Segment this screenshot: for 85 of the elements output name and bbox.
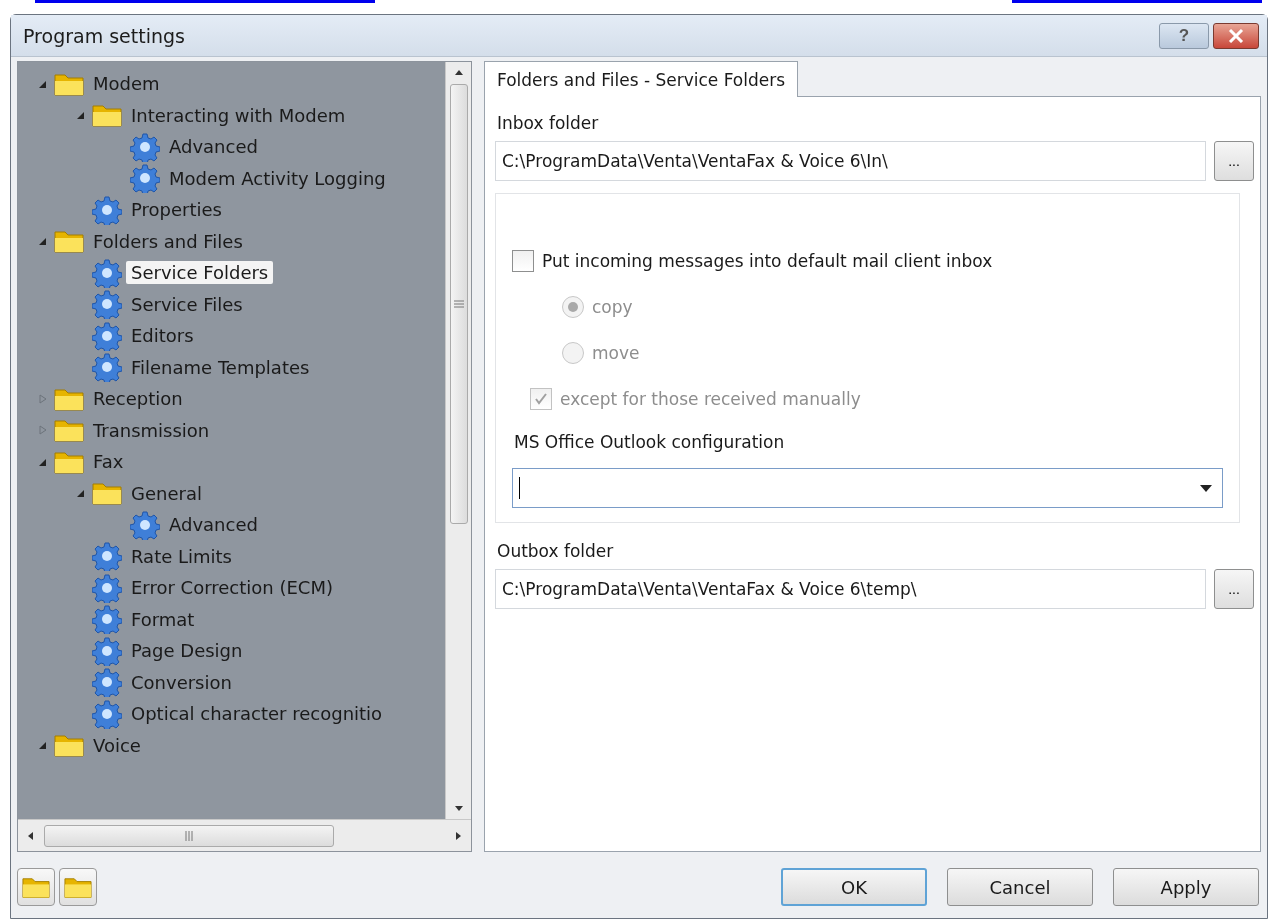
tree-item[interactable]: Editors <box>126 324 199 348</box>
folder-icon <box>92 103 122 128</box>
gear-icon <box>92 320 122 351</box>
outlook-config-dropdown[interactable] <box>512 468 1223 508</box>
scroll-left-icon[interactable] <box>26 830 34 841</box>
gear-icon <box>92 698 122 729</box>
expanded-arrow-icon[interactable] <box>76 488 86 499</box>
tree-item[interactable]: Properties <box>126 198 227 222</box>
folder-button[interactable] <box>59 868 97 906</box>
folder-icon <box>54 229 84 254</box>
checkmark-icon <box>533 391 549 407</box>
horizontal-scrollbar[interactable] <box>18 819 471 851</box>
field-label: Outbox folder <box>497 541 615 561</box>
dialog-button[interactable]: Apply <box>1113 868 1259 906</box>
checkbox-label: Put incoming messages into default mail client inbox <box>542 251 993 271</box>
grip-icon <box>184 830 194 841</box>
scrollbar-thumb[interactable] <box>44 824 334 847</box>
folder-icon <box>54 733 84 758</box>
gear-icon <box>92 352 122 383</box>
gear-icon <box>130 163 160 194</box>
tree-item[interactable]: Service Files <box>126 292 248 316</box>
tree-item[interactable]: Conversion <box>126 670 237 694</box>
dialog-button[interactable]: OK <box>781 868 927 906</box>
tree-item[interactable]: Format <box>126 607 200 631</box>
expanded-arrow-icon[interactable] <box>76 110 86 121</box>
radio-label: move <box>592 343 640 363</box>
close-button[interactable] <box>1213 22 1259 49</box>
tree-item[interactable]: Transmission <box>88 418 215 442</box>
dialog-button[interactable]: Cancel <box>947 868 1093 906</box>
folder-icon <box>54 386 84 411</box>
gear-icon <box>92 194 122 225</box>
gear-icon <box>92 604 122 635</box>
grip-icon <box>453 299 464 309</box>
vertical-scrollbar[interactable] <box>445 62 471 819</box>
gear-icon <box>92 289 122 320</box>
folder-icon <box>22 875 50 899</box>
checkbox-label: except for those received manually <box>560 389 861 409</box>
scroll-up-icon[interactable] <box>453 68 464 76</box>
tree-item[interactable]: Advanced <box>164 135 263 159</box>
browse-button[interactable]: ... <box>1214 141 1254 181</box>
tree-item[interactable]: Error Correction (ECM) <box>126 576 338 600</box>
scroll-right-icon[interactable] <box>455 830 463 841</box>
tree-item[interactable]: Advanced <box>164 513 263 537</box>
folder-icon <box>64 875 92 899</box>
folder-icon <box>54 71 84 96</box>
expanded-arrow-icon[interactable] <box>38 236 48 247</box>
gear-icon <box>92 667 122 698</box>
gear-icon <box>92 572 122 603</box>
window-title: Program settings <box>23 24 185 47</box>
field-label: MS Office Outlook configuration <box>514 432 786 452</box>
gear-icon <box>92 257 122 288</box>
expanded-arrow-icon[interactable] <box>38 740 48 751</box>
scrollbar-thumb[interactable] <box>449 84 468 524</box>
tree-item[interactable]: Interacting with Modem <box>126 103 351 127</box>
folder-icon <box>54 418 84 443</box>
tree-item[interactable]: Modem Activity Logging <box>164 166 391 190</box>
gear-icon <box>92 541 122 572</box>
folder-icon <box>92 481 122 506</box>
outbox-folder-field[interactable]: C:\ProgramData\Venta\VentaFax & Voice 6\temp\ <box>495 569 1206 609</box>
gear-icon <box>130 509 160 540</box>
dropdown-arrow-icon <box>1200 484 1212 492</box>
tab[interactable]: Folders and Files - Service Folders <box>484 61 799 97</box>
folder-icon <box>54 449 84 474</box>
tree-item[interactable]: Page Design <box>126 639 248 663</box>
tree-item[interactable]: Voice <box>88 733 146 757</box>
field-label: Inbox folder <box>497 113 600 133</box>
tree-item[interactable]: Fax <box>88 450 129 474</box>
tree-item[interactable]: Rate Limits <box>126 544 237 568</box>
radio-label: copy <box>592 297 633 317</box>
scroll-down-icon[interactable] <box>453 805 464 813</box>
tree-item[interactable]: Optical character recognitio <box>126 702 388 726</box>
help-button[interactable]: ? <box>1159 22 1209 49</box>
gear-icon <box>92 635 122 666</box>
tree-item[interactable]: Filename Templates <box>126 355 315 379</box>
tree-item[interactable]: Folders and Files <box>88 229 248 253</box>
tree-item[interactable]: Modem <box>88 72 165 96</box>
tree-item[interactable]: Service Folders <box>126 261 274 285</box>
folder-button[interactable] <box>17 868 55 906</box>
close-icon <box>1228 28 1244 43</box>
tree-item[interactable]: General <box>126 481 207 505</box>
browse-button[interactable]: ... <box>1214 569 1254 609</box>
gear-icon <box>130 131 160 162</box>
tree-item[interactable]: Reception <box>88 387 188 411</box>
inbox-folder-field[interactable]: C:\ProgramData\Venta\VentaFax & Voice 6\In\ <box>495 141 1206 181</box>
checkbox[interactable] <box>512 250 534 272</box>
